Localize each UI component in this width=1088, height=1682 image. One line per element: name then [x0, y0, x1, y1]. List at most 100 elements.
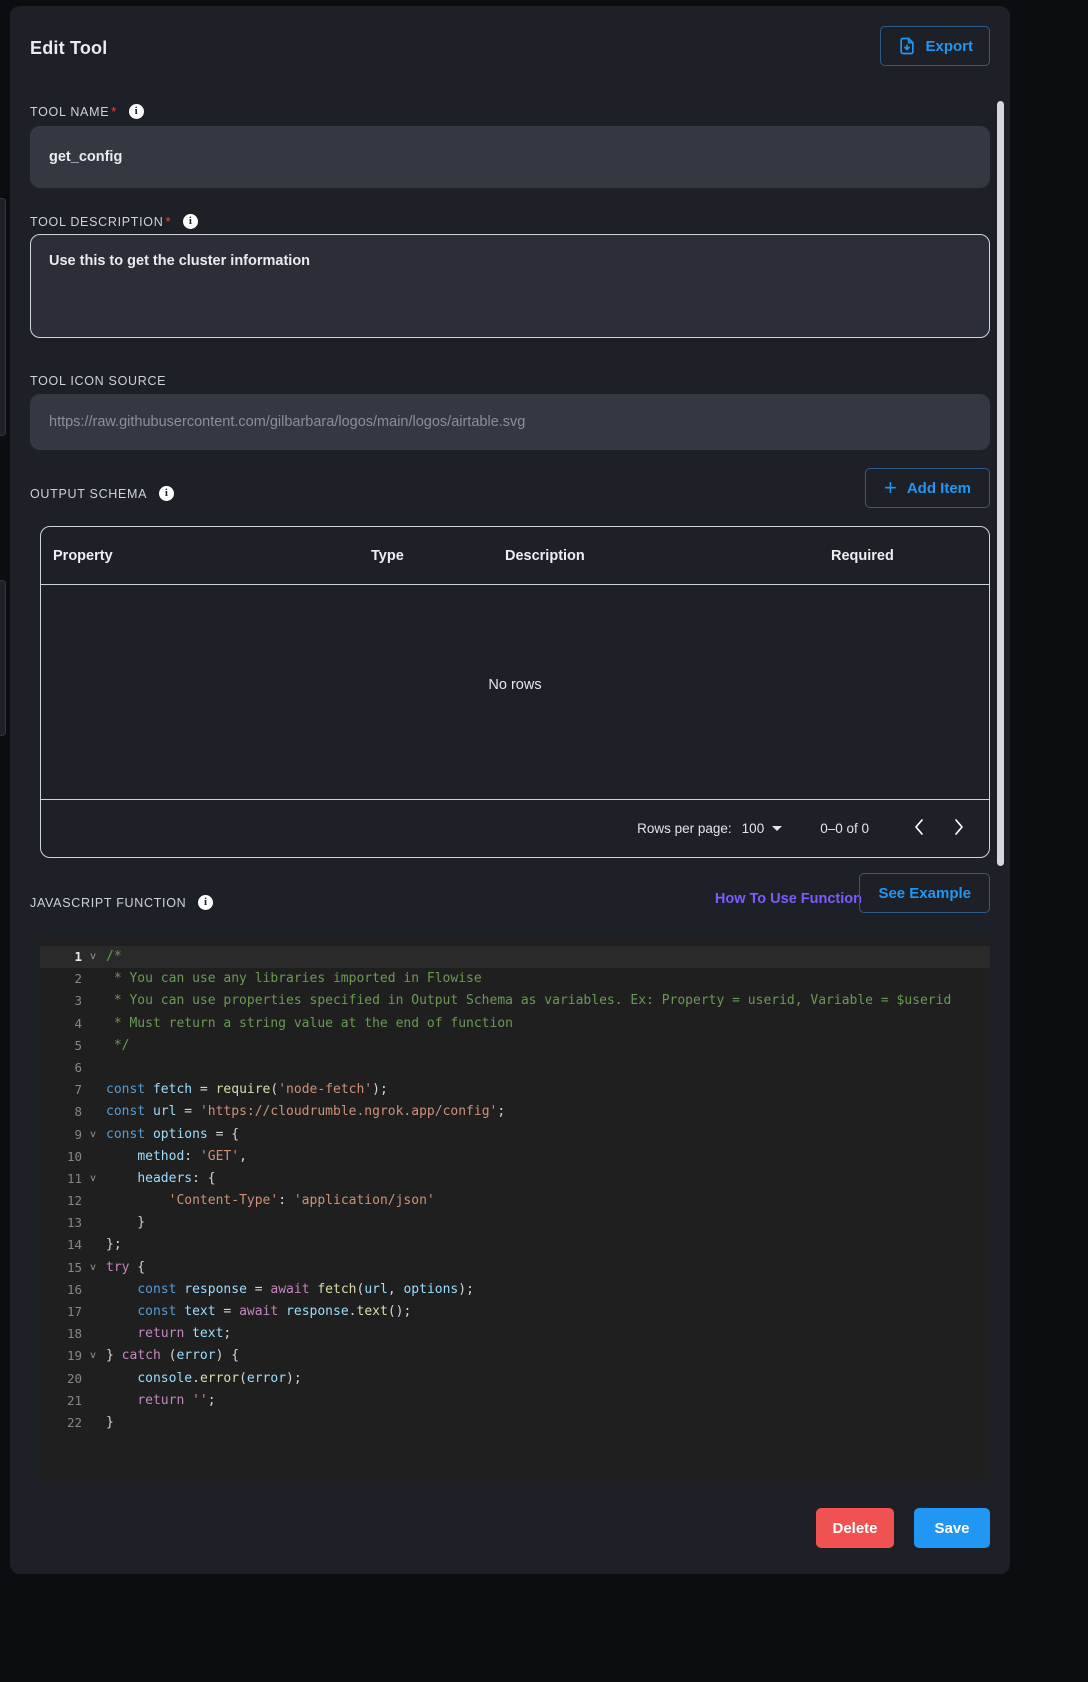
code-line[interactable]: 21 return '';: [40, 1390, 990, 1412]
info-icon[interactable]: i: [183, 214, 198, 229]
code-text: const text = await response.text();: [100, 1301, 411, 1323]
code-line[interactable]: 12 'Content-Type': 'application/json': [40, 1190, 990, 1212]
code-text: * You can use any libraries imported in …: [100, 968, 482, 990]
chevron-down-fold-icon[interactable]: v: [86, 946, 100, 968]
add-item-label: Add Item: [907, 480, 971, 497]
output-schema-label: OUTPUT SCHEMA: [30, 487, 147, 501]
code-text: headers: {: [100, 1168, 216, 1190]
code-line[interactable]: 19v} catch (error) {: [40, 1345, 990, 1367]
code-line[interactable]: 3 * You can use properties specified in …: [40, 990, 990, 1012]
save-button[interactable]: Save: [914, 1508, 990, 1548]
code-text: */: [100, 1035, 129, 1057]
export-button[interactable]: Export: [880, 26, 990, 66]
plus-icon: +: [884, 477, 897, 499]
line-number: 12: [40, 1190, 86, 1212]
code-line[interactable]: 10 method: 'GET',: [40, 1146, 990, 1168]
how-to-use-function-link[interactable]: How To Use Function: [715, 891, 862, 907]
code-line[interactable]: 15vtry {: [40, 1257, 990, 1279]
see-example-label: See Example: [878, 885, 971, 902]
delete-button[interactable]: Delete: [816, 1508, 894, 1548]
code-line[interactable]: 11v headers: {: [40, 1168, 990, 1190]
chevron-down-fold-icon[interactable]: v: [86, 1124, 100, 1146]
line-number: 1: [40, 946, 86, 968]
pagination-next-button[interactable]: [939, 809, 979, 849]
info-icon[interactable]: i: [159, 486, 174, 501]
chevron-left-icon: [913, 818, 925, 839]
output-schema-table: Property Type Description Required No ro…: [40, 526, 990, 858]
tool-icon-source-label: TOOL ICON SOURCE: [30, 374, 166, 388]
export-button-label: Export: [925, 38, 973, 55]
code-text: * You can use properties specified in Ou…: [100, 990, 951, 1012]
edit-tool-dialog: Edit Tool Export TOOL NAME * i: [10, 6, 1010, 1574]
code-text: }: [100, 1412, 114, 1434]
code-text: const options = {: [100, 1124, 239, 1146]
code-line[interactable]: 18 return text;: [40, 1323, 990, 1345]
column-header-type[interactable]: Type: [371, 548, 404, 564]
code-line[interactable]: 17 const text = await response.text();: [40, 1301, 990, 1323]
pagination-prev-button[interactable]: [899, 809, 939, 849]
table-body: No rows: [41, 585, 989, 800]
code-text: };: [100, 1234, 122, 1256]
line-number: 15: [40, 1257, 86, 1279]
code-line[interactable]: 7const fetch = require('node-fetch');: [40, 1079, 990, 1101]
code-line[interactable]: 13 }: [40, 1212, 990, 1234]
chevron-down-fold-icon[interactable]: v: [86, 1345, 100, 1367]
code-text: try {: [100, 1257, 145, 1279]
line-number: 9: [40, 1124, 86, 1146]
tool-name-label-row: TOOL NAME * i: [30, 104, 144, 119]
page-title: Edit Tool: [30, 38, 107, 59]
code-text: const fetch = require('node-fetch');: [100, 1079, 388, 1101]
info-icon[interactable]: i: [129, 104, 144, 119]
code-text: return text;: [100, 1323, 231, 1345]
code-line[interactable]: 16 const response = await fetch(url, opt…: [40, 1279, 990, 1301]
line-number: 13: [40, 1212, 86, 1234]
empty-state-text: No rows: [41, 677, 989, 693]
chevron-right-icon: [953, 818, 965, 839]
rows-per-page-select[interactable]: 100: [742, 821, 783, 836]
code-line[interactable]: 22}: [40, 1412, 990, 1434]
chevron-down-fold-icon[interactable]: v: [86, 1257, 100, 1279]
line-number: 21: [40, 1390, 86, 1412]
code-line[interactable]: 4 * Must return a string value at the en…: [40, 1013, 990, 1035]
tool-icon-source-input[interactable]: [30, 394, 990, 450]
code-text: console.error(error);: [100, 1368, 302, 1390]
screen-root: Edit Tool Export TOOL NAME * i: [0, 0, 1088, 1682]
tool-name-input[interactable]: [30, 126, 990, 188]
code-line[interactable]: 2 * You can use any libraries imported i…: [40, 968, 990, 990]
line-number: 19: [40, 1345, 86, 1367]
column-header-description[interactable]: Description: [505, 548, 585, 564]
rows-per-page-label: Rows per page:: [637, 821, 732, 836]
code-line[interactable]: 6: [40, 1057, 990, 1079]
code-line[interactable]: 20 console.error(error);: [40, 1368, 990, 1390]
code-text: } catch (error) {: [100, 1345, 239, 1367]
code-line[interactable]: 9vconst options = {: [40, 1124, 990, 1146]
code-text: const response = await fetch(url, option…: [100, 1279, 474, 1301]
code-text: return '';: [100, 1390, 216, 1412]
tool-name-label: TOOL NAME: [30, 105, 109, 119]
line-number: 3: [40, 990, 86, 1012]
add-item-button[interactable]: + Add Item: [865, 468, 990, 508]
see-example-button[interactable]: See Example: [859, 873, 990, 913]
info-icon[interactable]: i: [198, 895, 213, 910]
chevron-down-fold-icon[interactable]: v: [86, 1168, 100, 1190]
code-line[interactable]: 14};: [40, 1234, 990, 1256]
dialog-scrollbar-track[interactable]: [1000, 16, 1007, 1564]
tool-description-label-row: TOOL DESCRIPTION * i: [30, 214, 198, 229]
required-star: *: [165, 214, 171, 229]
line-number: 20: [40, 1368, 86, 1390]
code-line[interactable]: 8const url = 'https://cloudrumble.ngrok.…: [40, 1101, 990, 1123]
code-lines-container: 1v/*2 * You can use any libraries import…: [40, 946, 990, 1434]
code-text: method: 'GET',: [100, 1146, 247, 1168]
column-header-required[interactable]: Required: [831, 548, 894, 564]
code-text: 'Content-Type': 'application/json': [100, 1190, 435, 1212]
tool-description-textarea[interactable]: Use this to get the cluster information: [30, 234, 990, 338]
table-header-row: Property Type Description Required: [41, 527, 989, 585]
code-line[interactable]: 1v/*: [40, 946, 990, 968]
code-line[interactable]: 5 */: [40, 1035, 990, 1057]
chevron-down-icon: [772, 826, 782, 831]
line-number: 11: [40, 1168, 86, 1190]
javascript-code-editor[interactable]: 1v/*2 * You can use any libraries import…: [40, 938, 990, 1483]
column-header-property[interactable]: Property: [53, 548, 113, 564]
dialog-scrollbar-thumb[interactable]: [997, 101, 1004, 866]
line-number: 18: [40, 1323, 86, 1345]
